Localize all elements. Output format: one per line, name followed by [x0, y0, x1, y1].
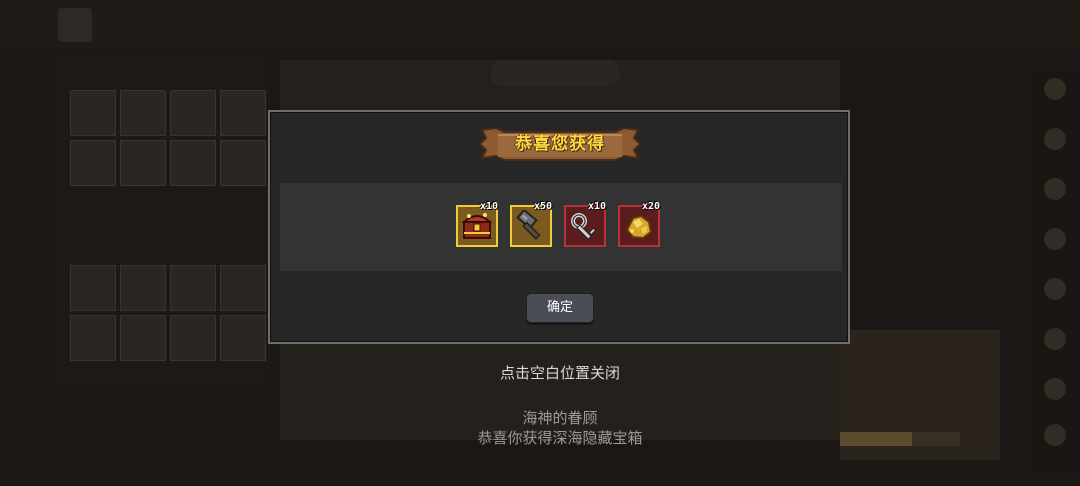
background-slot	[70, 90, 116, 136]
item-quantity: x20	[641, 201, 660, 212]
background-progress-bar	[840, 432, 960, 446]
item-quantity: x50	[533, 201, 552, 212]
rail-item	[1036, 228, 1074, 252]
top-status-bar	[0, 0, 1080, 48]
rail-item	[1036, 128, 1074, 152]
background-slot	[220, 265, 266, 311]
background-slot	[70, 140, 116, 186]
confirm-button[interactable]: 确定	[526, 293, 594, 323]
caption-line-1: 海神的眷顾	[522, 409, 598, 427]
background-slot	[120, 140, 166, 186]
rail-item	[1036, 424, 1074, 448]
player-avatar	[58, 8, 92, 42]
background-slot	[220, 315, 266, 361]
background-slot	[220, 90, 266, 136]
dialog-title: 恭喜您获得	[515, 134, 605, 154]
background-slot	[170, 265, 216, 311]
reward-item[interactable]: x20	[618, 201, 660, 247]
treasure-chest-icon	[461, 213, 493, 239]
silver-key-icon	[571, 213, 597, 240]
hammer-icon	[516, 210, 541, 240]
item-quantity: x10	[587, 201, 606, 212]
background-slot	[170, 315, 216, 361]
title-banner: 恭喜您获得	[476, 126, 644, 162]
rail-item	[1036, 178, 1074, 202]
gold-ore-icon	[625, 214, 653, 240]
background-slot	[170, 140, 216, 186]
reward-item[interactable]: x50	[510, 201, 552, 247]
caption-line-2: 恭喜你获得深海隐藏宝箱	[477, 429, 643, 447]
reward-caption: 海神的眷顾 恭喜你获得深海隐藏宝箱	[400, 408, 720, 448]
rail-item	[1036, 278, 1074, 302]
reward-item[interactable]: x10	[564, 201, 606, 247]
background-slot	[120, 90, 166, 136]
reward-item[interactable]: x10	[456, 201, 498, 247]
reward-dialog: 恭喜您获得 x10 x50 x10 x20 确定	[268, 110, 850, 344]
rail-item	[1036, 378, 1074, 402]
rail-item	[1036, 78, 1074, 102]
background-slot	[220, 140, 266, 186]
background-slot	[120, 315, 166, 361]
reward-list: x10 x50 x10 x20	[280, 183, 842, 271]
background-slot	[70, 265, 116, 311]
item-quantity: x10	[479, 201, 498, 212]
background-tab	[490, 60, 620, 86]
background-slot	[120, 265, 166, 311]
background-slot	[170, 90, 216, 136]
close-hint-text[interactable]: 点击空白位置关闭	[440, 362, 680, 383]
rail-item	[1036, 328, 1074, 352]
background-slot	[70, 315, 116, 361]
